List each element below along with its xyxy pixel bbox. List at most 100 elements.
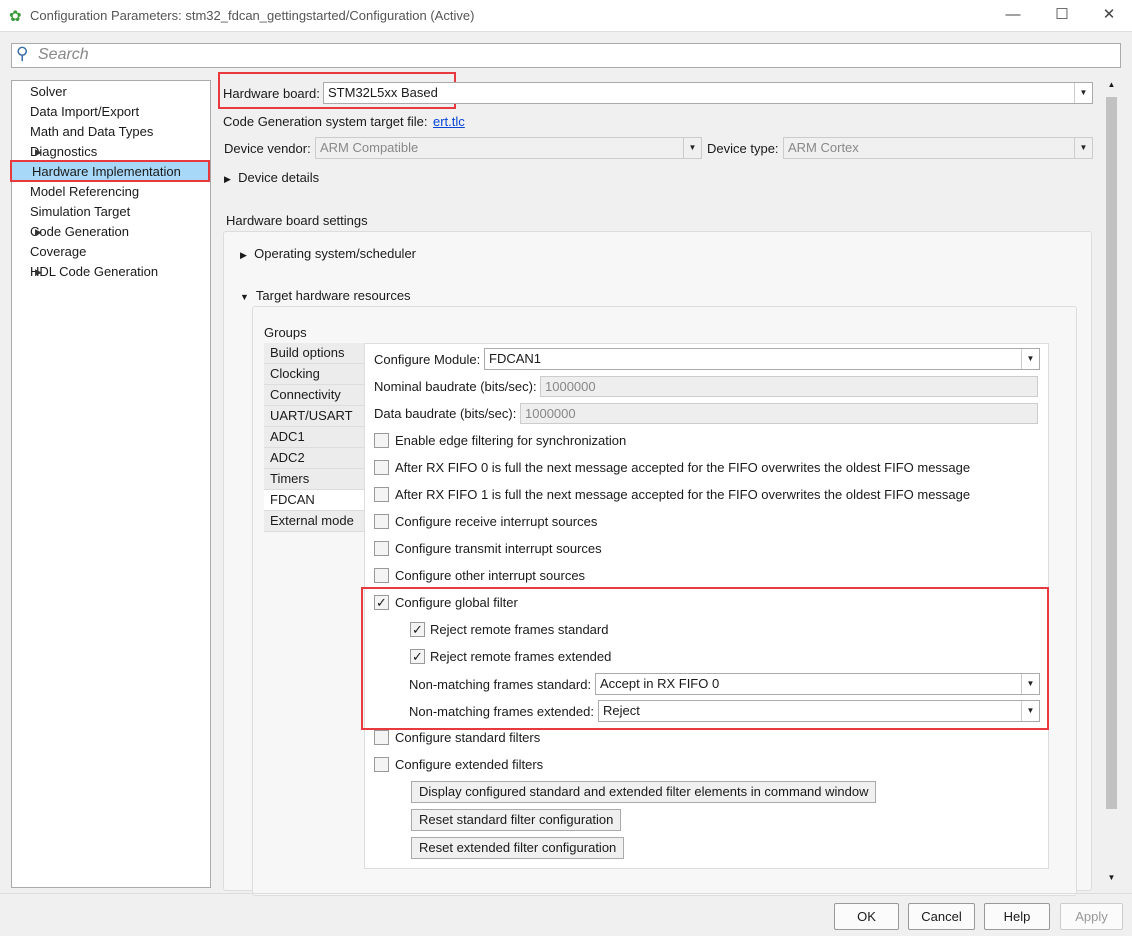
option-checkbox[interactable] (374, 514, 389, 529)
nm-std-label: Non-matching frames standard: (409, 677, 592, 692)
app-icon: ✿ (9, 8, 22, 25)
hardware-board-label: Hardware board: (223, 86, 320, 101)
option-label: Enable edge filtering for synchronizatio… (395, 433, 627, 448)
chevron-down-icon: ▼ (1021, 701, 1039, 721)
help-button[interactable]: Help (984, 903, 1050, 930)
group-tab[interactable]: ADC1 (264, 427, 364, 448)
nominal-label: Nominal baudrate (bits/sec): (374, 379, 537, 394)
std-filters-checkbox[interactable] (374, 730, 389, 745)
window-title: Configuration Parameters: stm32_fdcan_ge… (30, 8, 475, 23)
vendor-label: Device vendor: (224, 141, 311, 156)
tree-item[interactable]: Model Referencing (30, 182, 139, 202)
cancel-button[interactable]: Cancel (908, 903, 975, 930)
device-details-toggle[interactable]: ▶ Device details (224, 170, 319, 185)
reject-ext-checkbox[interactable]: ✓ (410, 649, 425, 664)
ext-filters-label: Configure extended filters (395, 757, 544, 772)
tree-item[interactable]: Solver (30, 82, 67, 102)
minimize-button[interactable]: — (993, 4, 1033, 28)
search-input[interactable]: ⚲ Search (11, 43, 1121, 68)
ext-filters-checkbox[interactable] (374, 757, 389, 772)
nm-ext-label: Non-matching frames extended: (409, 704, 594, 719)
group-tab[interactable]: External mode (264, 511, 364, 532)
reset-std-button[interactable]: Reset standard filter configuration (411, 809, 622, 831)
tree-item[interactable]: Coverage (30, 242, 86, 262)
group-tab[interactable]: ADC2 (264, 448, 364, 469)
reset-ext-button[interactable]: Reset extended filter configuration (411, 837, 625, 859)
target-file-label: Code Generation system target file: (223, 114, 428, 129)
category-tree: Solver Data Import/Export Math and Data Ty… (10, 80, 211, 888)
search-icon: ⚲ (16, 44, 29, 63)
tree-item-label: Data Import/Export (30, 104, 140, 119)
nm-ext-select[interactable]: Reject ▼ (598, 700, 1040, 722)
option-label: After RX FIFO 1 is full the next message… (395, 487, 971, 502)
option-label: Configure transmit interrupt sources (395, 541, 602, 556)
maximize-button[interactable]: ☐ (1042, 4, 1082, 28)
tree-item-label: Math and Data Types (30, 124, 154, 139)
module-select[interactable]: FDCAN1 ▼ (484, 348, 1040, 370)
tree-item-label: Solver (30, 84, 67, 99)
tree-item[interactable]: ▶ Code Generation (30, 222, 129, 242)
title-bar: ✿ Configuration Parameters: stm32_fdcan_… (0, 0, 1132, 32)
chevron-down-icon: ▼ (1021, 674, 1039, 694)
tree-item[interactable]: Data Import/Export (30, 102, 139, 122)
tree-item-label: Code Generation (30, 224, 130, 239)
type-select[interactable]: ARM Cortex ▼ (783, 137, 1093, 159)
display-filters-button[interactable]: Display configured standard and extended… (411, 781, 877, 803)
nm-std-select[interactable]: Accept in RX FIFO 0 ▼ (595, 673, 1040, 695)
tree-item[interactable]: Math and Data Types (30, 122, 153, 142)
data-label: Data baudrate (bits/sec): (374, 406, 517, 421)
module-label: Configure Module: (374, 352, 481, 367)
std-filters-label: Configure standard filters (395, 730, 541, 745)
target-resources-toggle[interactable]: ▼ Target hardware resources (240, 288, 411, 303)
tree-item-label: HDL Code Generation (30, 264, 159, 279)
option-checkbox[interactable] (374, 541, 389, 556)
option-label: Configure receive interrupt sources (395, 514, 598, 529)
tree-item[interactable]: Hardware Implementation (10, 160, 210, 182)
scrollbar[interactable]: ▲ ▼ (1104, 80, 1119, 888)
ok-button[interactable]: OK (834, 903, 899, 930)
tree-item-label: Model Referencing (30, 184, 140, 199)
group-tab[interactable]: Connectivity (264, 385, 364, 406)
type-label: Device type: (707, 141, 779, 156)
expand-icon[interactable]: ▶ (35, 222, 42, 242)
chevron-down-icon: ▼ (1074, 83, 1092, 103)
chevron-down-icon: ▼ (1021, 349, 1039, 369)
os-scheduler-toggle[interactable]: ▶ Operating system/scheduler (240, 246, 416, 261)
tree-item[interactable]: ▶ HDL Code Generation (30, 262, 158, 282)
tree-item-label: Hardware Implementation (32, 164, 181, 179)
divider (0, 893, 1132, 894)
tree-item-label: Coverage (30, 244, 87, 259)
group-tab[interactable]: Clocking (264, 364, 364, 385)
group-tab[interactable]: FDCAN (264, 490, 364, 511)
nominal-baudrate-field[interactable]: 1000000 (540, 376, 1038, 397)
option-checkbox[interactable] (374, 487, 389, 502)
reject-std-label: Reject remote frames standard (430, 622, 609, 637)
option-label: After RX FIFO 0 is full the next message… (395, 460, 971, 475)
reject-std-checkbox[interactable]: ✓ (410, 622, 425, 637)
groups-label: Groups (264, 325, 307, 340)
close-button[interactable]: ✕ (1089, 4, 1129, 28)
group-tab[interactable]: Timers (264, 469, 364, 490)
group-tab[interactable]: Build options (264, 343, 364, 364)
tree-item[interactable]: Simulation Target (30, 202, 130, 222)
option-checkbox[interactable] (374, 460, 389, 475)
apply-button[interactable]: Apply (1060, 903, 1123, 930)
chevron-down-icon: ▼ (683, 138, 701, 158)
reject-ext-label: Reject remote frames extended (430, 649, 612, 664)
search-placeholder: Search (38, 46, 89, 63)
vendor-select[interactable]: ARM Compatible ▼ (315, 137, 702, 159)
target-file-link[interactable]: ert.tlc (433, 114, 465, 129)
board-settings-heading: Hardware board settings (226, 213, 368, 228)
scroll-down-icon[interactable]: ▼ (1104, 873, 1119, 888)
data-baudrate-field[interactable]: 1000000 (520, 403, 1038, 424)
option-checkbox[interactable] (374, 568, 389, 583)
group-tab[interactable]: UART/USART (264, 406, 364, 427)
tree-item-label: Simulation Target (30, 204, 131, 219)
expand-icon[interactable]: ▶ (35, 142, 42, 162)
scroll-up-icon[interactable]: ▲ (1104, 80, 1119, 95)
option-checkbox[interactable] (374, 433, 389, 448)
hardware-board-select[interactable]: STM32L5xx Based ▼ (323, 82, 1093, 104)
tree-item[interactable]: ▶ Diagnostics (30, 142, 97, 162)
scroll-thumb[interactable] (1106, 97, 1117, 809)
expand-icon[interactable]: ▶ (35, 262, 42, 282)
